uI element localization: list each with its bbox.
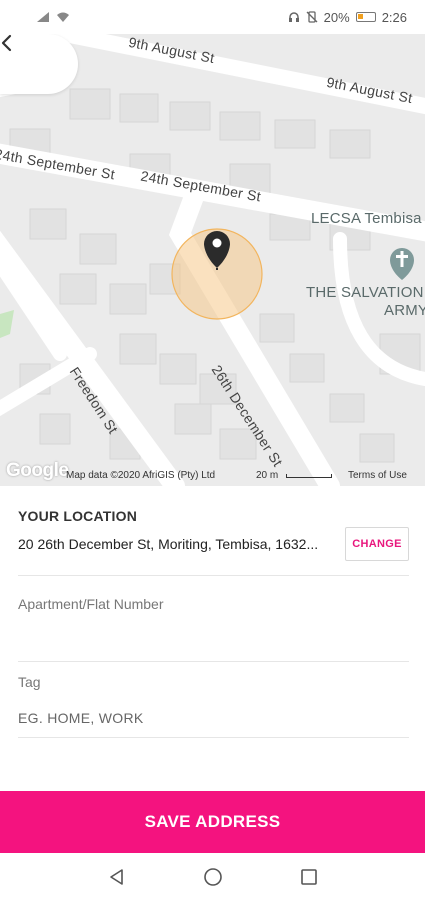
status-right: 20% 2:26 bbox=[288, 10, 407, 25]
nav-back-button[interactable] bbox=[105, 865, 129, 889]
poi-label: LECSA Tembisa bbox=[311, 210, 422, 227]
battery-icon bbox=[355, 12, 376, 22]
scale-bar bbox=[286, 474, 332, 478]
divider bbox=[18, 661, 409, 662]
signal-icon bbox=[37, 12, 49, 22]
status-left bbox=[36, 11, 70, 23]
battery-percent: 20% bbox=[323, 9, 350, 25]
map-footer: Google Map data ©2020 AfriGIS (Pty) Ltd … bbox=[0, 460, 425, 486]
system-nav-bar bbox=[0, 853, 425, 900]
tag-input[interactable] bbox=[18, 704, 409, 732]
poi-label: ARMY bbox=[384, 302, 425, 319]
circle-home-icon bbox=[203, 867, 222, 886]
wifi-icon bbox=[57, 12, 69, 22]
headphones-icon bbox=[288, 12, 299, 22]
apartment-input[interactable] bbox=[18, 622, 409, 650]
chevron-left-icon bbox=[1, 34, 12, 52]
scale-label: 20 m bbox=[256, 470, 279, 481]
divider bbox=[18, 737, 409, 738]
your-location-label: YOUR LOCATION bbox=[18, 508, 138, 524]
nav-recents-button[interactable] bbox=[297, 865, 321, 889]
google-logo: Google bbox=[6, 460, 69, 481]
save-address-button[interactable]: SAVE ADDRESS bbox=[0, 791, 425, 853]
tag-label: Tag bbox=[18, 674, 41, 690]
change-button[interactable]: CHANGE bbox=[345, 527, 409, 561]
divider bbox=[18, 575, 409, 576]
nav-home-button[interactable] bbox=[201, 865, 225, 889]
vibrate-off-icon bbox=[306, 11, 318, 23]
status-bar: 20% 2:26 bbox=[0, 0, 425, 34]
map-attribution: Map data ©2020 AfriGIS (Pty) Ltd bbox=[66, 470, 216, 481]
back-button[interactable] bbox=[0, 34, 78, 94]
square-recents-icon bbox=[300, 868, 317, 885]
apartment-label: Apartment/Flat Number bbox=[18, 596, 164, 612]
map-view[interactable]: 9th August St 9th August St 24th Septemb… bbox=[0, 34, 425, 486]
map-canvas bbox=[0, 34, 425, 486]
clock: 2:26 bbox=[381, 9, 407, 25]
triangle-back-icon bbox=[109, 868, 123, 885]
poi-label: THE SALVATION bbox=[306, 284, 424, 301]
address-text: 20 26th December St, Moriting, Tembisa, … bbox=[18, 536, 319, 552]
terms-link[interactable]: Terms of Use bbox=[348, 470, 407, 481]
